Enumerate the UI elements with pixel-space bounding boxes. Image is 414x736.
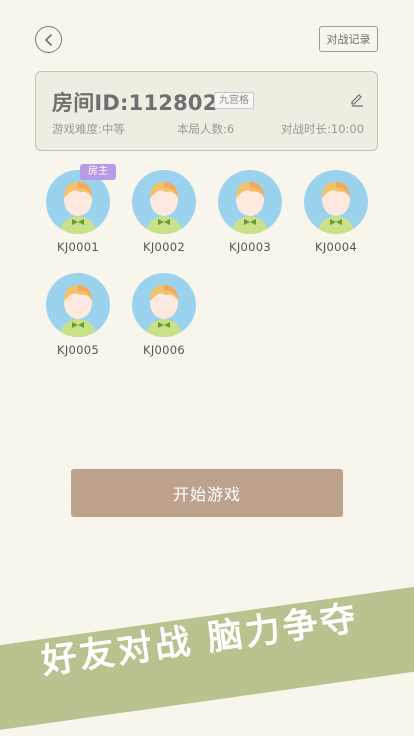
chevron-left-icon <box>44 33 52 46</box>
boy-avatar-icon <box>60 285 96 337</box>
player-slot[interactable]: KJ0003 <box>218 170 282 254</box>
room-id-title: 房间ID:112802 <box>52 91 218 115</box>
avatar <box>132 273 196 337</box>
avatar <box>304 170 368 234</box>
room-info-card: 房间ID:112802 九宫格 游戏难度:中等 本局人数:6 对战时长:10:0… <box>35 71 378 151</box>
player-name: KJ0001 <box>57 240 99 254</box>
boy-avatar-icon <box>146 182 182 234</box>
start-game-button[interactable]: 开始游戏 <box>71 469 343 517</box>
player-slot[interactable]: KJ0004 <box>304 170 368 254</box>
mode-tag: 九宫格 <box>214 92 254 109</box>
promo-banner: 好友对战 脑力争夺 <box>0 580 414 736</box>
difficulty-label: 游戏难度:中等 <box>52 122 125 136</box>
player-slot[interactable]: KJ0002 <box>132 170 196 254</box>
boy-avatar-icon <box>318 182 354 234</box>
avatar <box>46 273 110 337</box>
avatar <box>132 170 196 234</box>
player-name: KJ0003 <box>229 240 271 254</box>
boy-avatar-icon <box>232 182 268 234</box>
duration-label: 对战时长:10:00 <box>281 122 365 136</box>
player-count-label: 本局人数:6 <box>177 122 235 136</box>
player-slot[interactable]: 房主 KJ0001 <box>46 164 116 254</box>
host-badge: 房主 <box>80 164 116 180</box>
player-name: KJ0002 <box>143 240 185 254</box>
battle-record-button[interactable]: 对战记录 <box>319 26 378 52</box>
player-name: KJ0006 <box>143 343 185 357</box>
player-name: KJ0005 <box>57 343 99 357</box>
player-name: KJ0004 <box>315 240 357 254</box>
player-slot[interactable]: KJ0005 <box>46 273 110 357</box>
back-button[interactable] <box>35 26 62 53</box>
boy-avatar-icon <box>146 285 182 337</box>
player-slot[interactable]: KJ0006 <box>132 273 196 357</box>
avatar <box>218 170 282 234</box>
pencil-icon[interactable] <box>349 91 365 107</box>
